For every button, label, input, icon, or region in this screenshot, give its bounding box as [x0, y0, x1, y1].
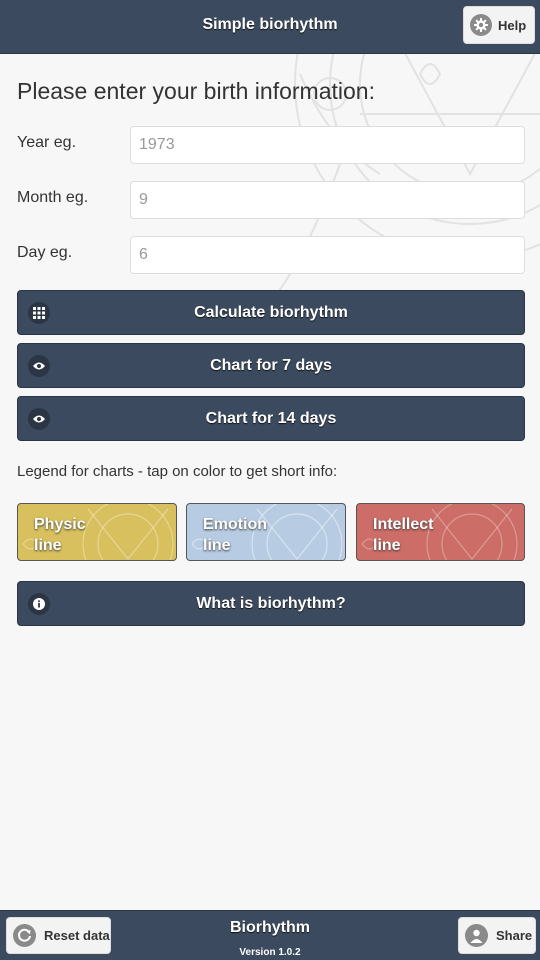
year-input[interactable]: [130, 126, 525, 164]
help-button[interactable]: Help: [463, 6, 535, 44]
eye-icon: [28, 355, 50, 377]
legend-intellect-line[interactable]: Intellect line: [356, 503, 525, 561]
day-row: Day eg.: [17, 236, 525, 274]
legend-caption: Legend for charts - tap on color to get …: [17, 463, 338, 480]
legend-physic-line1: Physic: [34, 516, 86, 533]
app-title: Simple biorhythm: [202, 16, 338, 33]
eye-icon: [28, 408, 50, 430]
legend-physic-line[interactable]: Physic line: [17, 503, 177, 561]
month-label: Month eg.: [17, 189, 89, 206]
year-label: Year eg.: [17, 134, 77, 151]
day-label: Day eg.: [17, 244, 73, 261]
month-input[interactable]: [130, 181, 525, 219]
legend-intellect-line1: Intellect: [373, 516, 434, 533]
share-button[interactable]: Share: [458, 917, 536, 954]
page-title: Please enter your birth information:: [17, 78, 375, 104]
help-label: Help: [498, 17, 527, 33]
footer-bar: Reset data Biorhythm Version 1.0.2 Share: [0, 910, 540, 960]
legend-emotion-line1: Emotion: [203, 516, 267, 533]
grid-icon: [28, 302, 50, 324]
what-is-biorhythm-label: What is biorhythm?: [196, 594, 346, 612]
what-is-biorhythm-button[interactable]: What is biorhythm?: [17, 581, 525, 626]
legend-intellect-line2: line: [373, 537, 401, 554]
day-input[interactable]: [130, 236, 525, 274]
calculate-label: Calculate biorhythm: [194, 303, 348, 321]
legend-emotion-line2: line: [203, 537, 231, 554]
chart-14-days-button[interactable]: Chart for 14 days: [17, 396, 525, 441]
chart-14-days-label: Chart for 14 days: [205, 409, 337, 427]
chart-7-days-button[interactable]: Chart for 7 days: [17, 343, 525, 388]
header-bar: Simple biorhythm Help: [0, 0, 540, 54]
legend-emotion-line[interactable]: Emotion line: [186, 503, 346, 561]
gear-icon: [470, 14, 492, 36]
calculate-button[interactable]: Calculate biorhythm: [17, 290, 525, 335]
legend-physic-line2: line: [34, 537, 62, 554]
chart-7-days-label: Chart for 7 days: [210, 356, 332, 374]
info-icon: [28, 593, 50, 615]
year-row: Year eg.: [17, 126, 525, 164]
share-label: Share: [496, 928, 533, 943]
user-icon: [465, 924, 488, 947]
month-row: Month eg.: [17, 181, 525, 219]
